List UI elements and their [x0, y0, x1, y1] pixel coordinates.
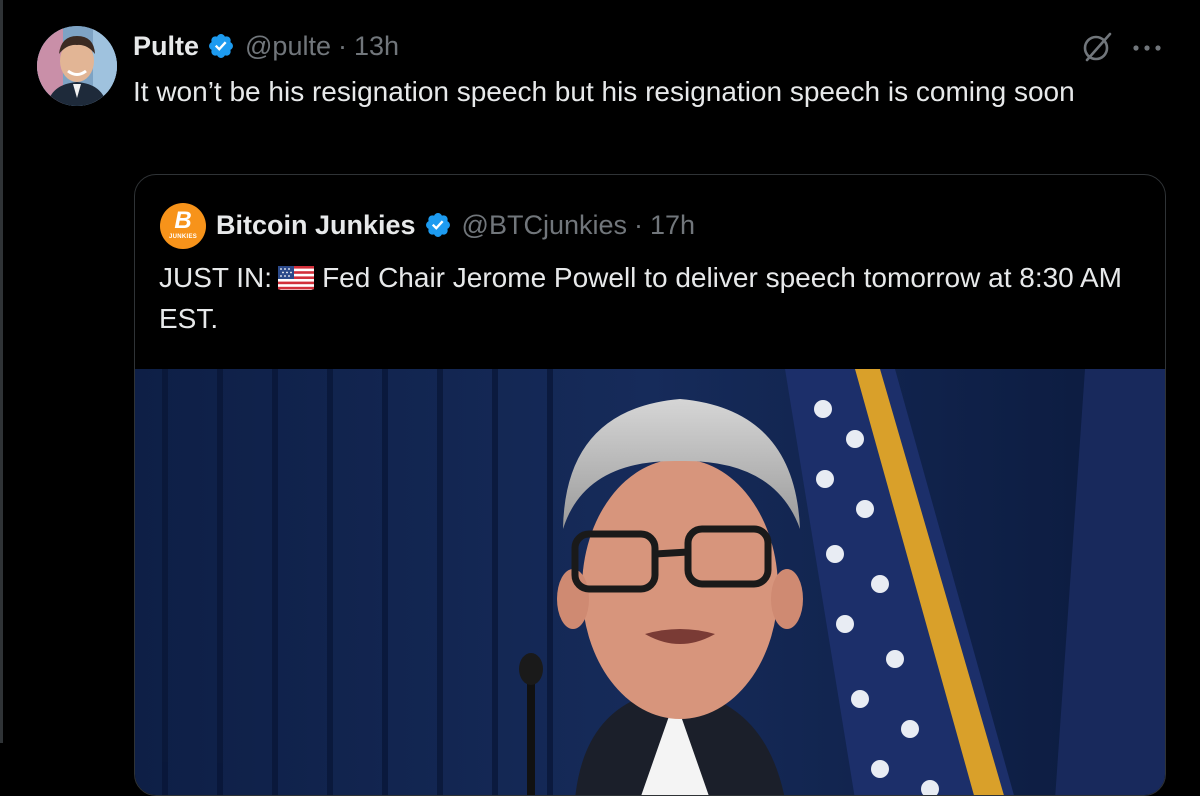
separator-dot: ·: [337, 30, 347, 61]
quoted-post-time[interactable]: 17h: [650, 210, 695, 241]
grok-icon[interactable]: [1080, 30, 1114, 64]
author-avatar[interactable]: [37, 26, 117, 106]
quoted-author-handle[interactable]: @BTCjunkies: [462, 210, 627, 241]
author-name[interactable]: Pulte: [133, 31, 199, 62]
quoted-post-photo[interactable]: [135, 369, 1165, 795]
us-flag-icon: [278, 260, 315, 290]
verified-badge-icon: [424, 211, 452, 239]
just-in-label: JUST IN:: [159, 262, 273, 293]
separator-dot: ·: [634, 209, 644, 240]
post-header: Pulte @pulte · 13h: [133, 26, 399, 66]
post-text: It won’t be his resignation speech but h…: [133, 76, 1075, 107]
quoted-author-avatar[interactable]: B JUNKIES: [160, 203, 206, 249]
quoted-post-header: Bitcoin Junkies @BTCjunkies · 17h: [216, 205, 695, 245]
author-handle[interactable]: @pulte: [245, 31, 331, 62]
verified-badge-icon: [207, 32, 235, 60]
avatar-caption: JUNKIES: [168, 234, 198, 240]
post-time[interactable]: 13h: [354, 31, 399, 62]
quoted-post-card[interactable]: B JUNKIES Bitcoin Junkies @BTCjunkies · …: [134, 174, 1166, 796]
timeline-rail: [0, 0, 3, 743]
more-icon[interactable]: [1130, 36, 1164, 60]
quoted-post-text: JUST IN: Fed Chair Jerome Powell to deliv…: [159, 257, 1139, 339]
quoted-author-name[interactable]: Bitcoin Junkies: [216, 210, 416, 241]
bitcoin-logo-symbol: B: [174, 207, 192, 234]
